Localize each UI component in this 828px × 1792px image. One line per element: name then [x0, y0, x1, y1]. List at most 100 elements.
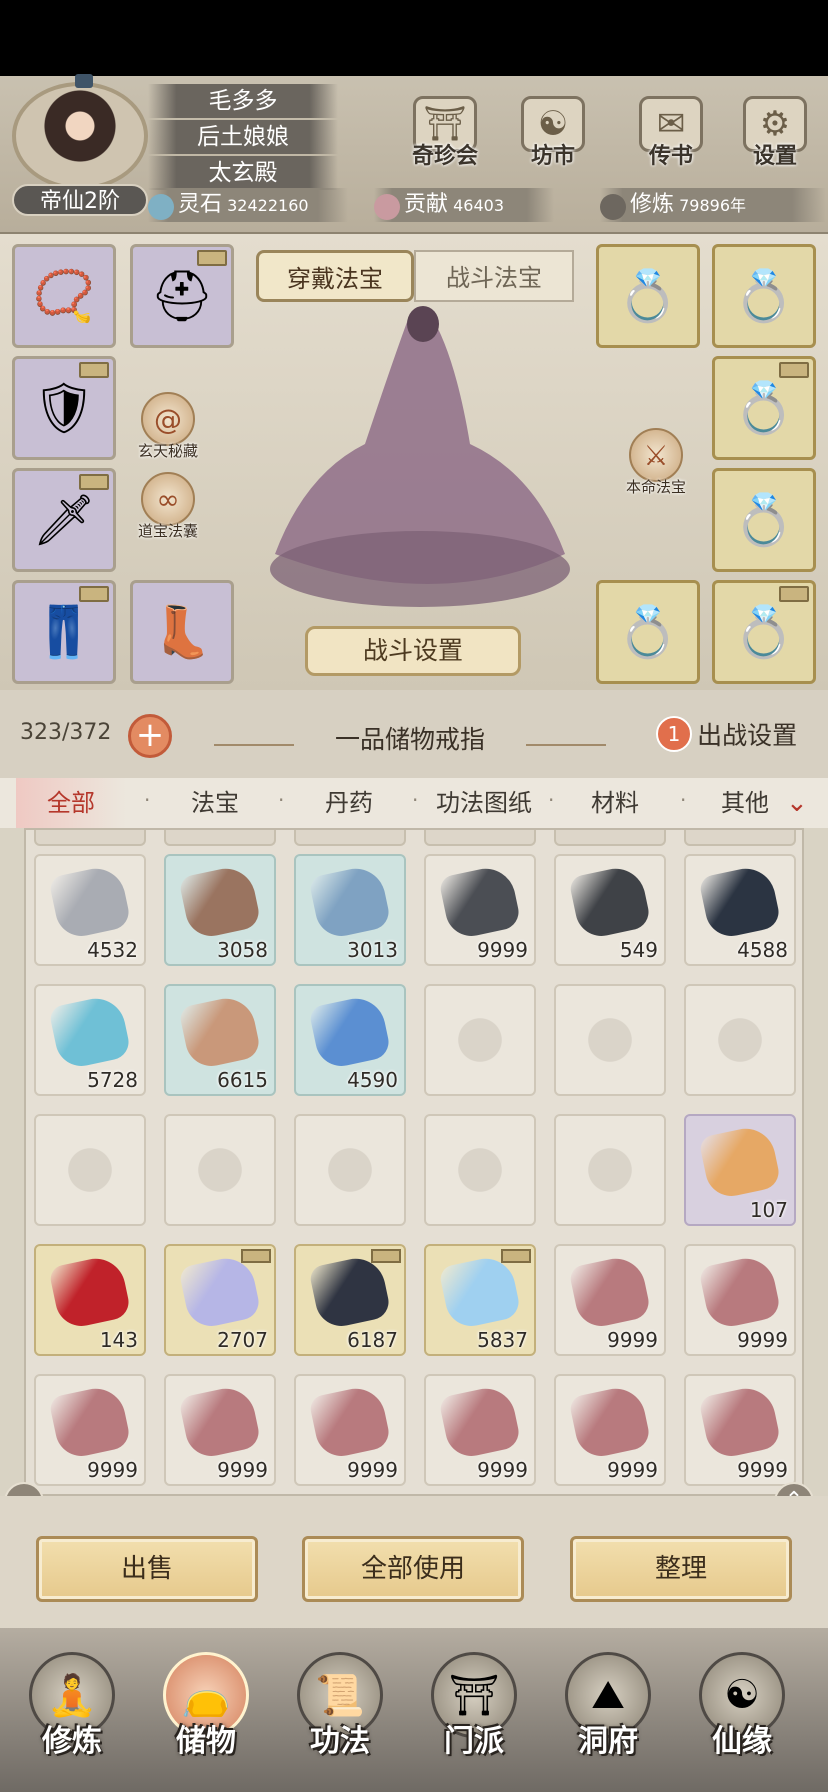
empty-inventory-slot[interactable] — [424, 1114, 536, 1226]
inventory-item[interactable]: 9999 — [164, 1374, 276, 1486]
tab-battle-treasure[interactable]: 战斗法宝 — [414, 250, 574, 302]
item-icon — [698, 1383, 782, 1461]
item-icon — [48, 993, 132, 1071]
sword-icon: ⚔ — [629, 428, 683, 482]
lock-icon — [79, 474, 109, 490]
chevron-down-icon[interactable]: ⌄ — [786, 788, 808, 818]
inventory-item[interactable]: 4588 — [684, 854, 796, 966]
inventory-item[interactable]: 4532 — [34, 854, 146, 966]
inventory-item[interactable]: 9999 — [554, 1374, 666, 1486]
nav-techniques[interactable]: 📜 功法 — [280, 1652, 400, 1782]
nav-sect[interactable]: ⛩ 门派 — [414, 1652, 534, 1782]
tab-manuals[interactable]: 功法图纸 — [414, 778, 554, 828]
cultivation-label: 修炼 — [630, 192, 675, 217]
empty-inventory-slot[interactable] — [34, 1114, 146, 1226]
inventory-item[interactable]: 9999 — [294, 1374, 406, 1486]
item-quantity: 9999 — [347, 1458, 398, 1482]
equip-slot-ring-1[interactable]: 💍 — [596, 244, 700, 348]
equip-slot-boots[interactable]: 👢 — [130, 580, 234, 684]
nav-techniques-label: 功法 — [310, 1724, 370, 1759]
nav-sect-label: 门派 — [444, 1724, 504, 1759]
item-quantity: 549 — [619, 938, 658, 962]
equip-slot-armor[interactable]: 🛡 — [12, 356, 116, 460]
inventory-item[interactable]: 9999 — [424, 1374, 536, 1486]
equip-slot-bracer[interactable]: 🗡 — [12, 468, 116, 572]
inventory-item[interactable]: 9999 — [684, 1244, 796, 1356]
use-all-button[interactable]: 全部使用 — [302, 1536, 524, 1602]
treasure-pavilion-button[interactable]: ⛩ 奇珍会 — [400, 96, 490, 186]
inventory-item[interactable]: 4590 — [294, 984, 406, 1096]
inventory-item[interactable]: 2707 — [164, 1244, 276, 1356]
inventory-item[interactable]: 107 — [684, 1114, 796, 1226]
tab-pills[interactable]: 丹药 — [294, 778, 404, 828]
sell-button[interactable]: 出售 — [36, 1536, 258, 1602]
separator-dot: · — [548, 788, 555, 812]
market-button[interactable]: ☯ 坊市 — [508, 96, 598, 186]
equip-slot-pants[interactable]: 👖 — [12, 580, 116, 684]
mail-button[interactable]: ✉ 传书 — [626, 96, 716, 186]
tab-all[interactable]: 全部 — [16, 778, 126, 828]
empty-inventory-slot[interactable] — [554, 1114, 666, 1226]
equip-slot-helmet[interactable]: ⛑ — [130, 244, 234, 348]
equip-slot-necklace[interactable]: 📿 — [12, 244, 116, 348]
nav-cave[interactable]: ⛰ 洞府 — [548, 1652, 668, 1782]
inventory-item[interactable]: 5728 — [34, 984, 146, 1096]
nav-fate[interactable]: ☯ 仙缘 — [682, 1652, 802, 1782]
inventory-item[interactable]: 549 — [554, 854, 666, 966]
inventory-item[interactable]: 3058 — [164, 854, 276, 966]
tab-materials[interactable]: 材料 — [560, 778, 670, 828]
bag-capacity: 323/372 — [20, 720, 112, 745]
empty-inventory-slot[interactable] — [164, 1114, 276, 1226]
benming-button[interactable]: ⚔ 本命法宝 — [608, 428, 704, 497]
equip-slot-ring-3[interactable]: 💍 — [712, 356, 816, 460]
expand-bag-button[interactable]: + — [128, 714, 172, 758]
status-bar — [0, 0, 828, 76]
sortie-settings-button[interactable]: 1 出战设置 — [656, 716, 797, 752]
player-sect: 太玄殿 — [148, 156, 338, 190]
item-quantity: 4590 — [347, 1068, 398, 1092]
sort-button[interactable]: 整理 — [570, 1536, 792, 1602]
player-title: 后土娘娘 — [148, 120, 338, 154]
equip-slot-ring-5[interactable]: 💍 — [596, 580, 700, 684]
contribution-icon — [374, 193, 400, 220]
battle-setup-button[interactable]: 战斗设置 — [305, 626, 521, 676]
inventory-item[interactable]: 5837 — [424, 1244, 536, 1356]
spirit-stone-value: 32422160 — [227, 196, 309, 215]
app-root: 帝仙2阶 毛多多 后土娘娘 太玄殿 ⛩ 奇珍会 ☯ 坊市 ✉ 传书 ⚙ 设置 灵… — [0, 0, 828, 1792]
xuantian-label: 玄天秘藏 — [137, 442, 198, 460]
equip-slot-ring-6[interactable]: 💍 — [712, 580, 816, 684]
inventory-item[interactable]: 6615 — [164, 984, 276, 1096]
nav-storage[interactable]: 👝 储物 — [146, 1652, 266, 1782]
player-avatar[interactable] — [12, 74, 148, 190]
equip-slot-ring-2[interactable]: 💍 — [712, 244, 816, 348]
empty-inventory-slot[interactable] — [294, 1114, 406, 1226]
cultivation-icon — [600, 193, 626, 220]
xuantian-button[interactable]: @ 玄天秘藏 — [120, 392, 216, 461]
tab-worn-treasure[interactable]: 穿戴法宝 — [256, 250, 414, 302]
player-names: 毛多多 后土娘娘 太玄殿 — [148, 84, 338, 192]
inventory-item[interactable]: 9999 — [34, 1374, 146, 1486]
item-quantity: 9999 — [217, 1458, 268, 1482]
item-icon — [308, 1253, 392, 1331]
empty-inventory-slot[interactable] — [684, 984, 796, 1096]
inventory-item[interactable]: 6187 — [294, 1244, 406, 1356]
item-icon — [308, 1383, 392, 1461]
inventory-item[interactable]: 9999 — [684, 1374, 796, 1486]
inventory-item[interactable]: 9999 — [554, 1244, 666, 1356]
nav-cultivate[interactable]: 🧘 修炼 — [12, 1652, 132, 1782]
partial-cell — [424, 830, 536, 846]
item-icon — [178, 1383, 262, 1461]
item-quantity: 6187 — [347, 1328, 398, 1352]
lock-icon — [779, 362, 809, 378]
inventory-item[interactable]: 143 — [34, 1244, 146, 1356]
inventory-item[interactable]: 3013 — [294, 854, 406, 966]
tab-others[interactable]: 其他 — [690, 778, 800, 828]
tab-treasure[interactable]: 法宝 — [160, 778, 270, 828]
empty-inventory-slot[interactable] — [424, 984, 536, 1096]
inventory-item[interactable]: 9999 — [424, 854, 536, 966]
inventory-grid: 4532 3058 3013 9999 549 4588 5728 6615 4590 107 14… — [24, 828, 804, 1496]
empty-inventory-slot[interactable] — [554, 984, 666, 1096]
settings-button[interactable]: ⚙ 设置 — [730, 96, 820, 186]
daobao-button[interactable]: ∞ 道宝法囊 — [120, 472, 216, 541]
equip-slot-ring-4[interactable]: 💍 — [712, 468, 816, 572]
